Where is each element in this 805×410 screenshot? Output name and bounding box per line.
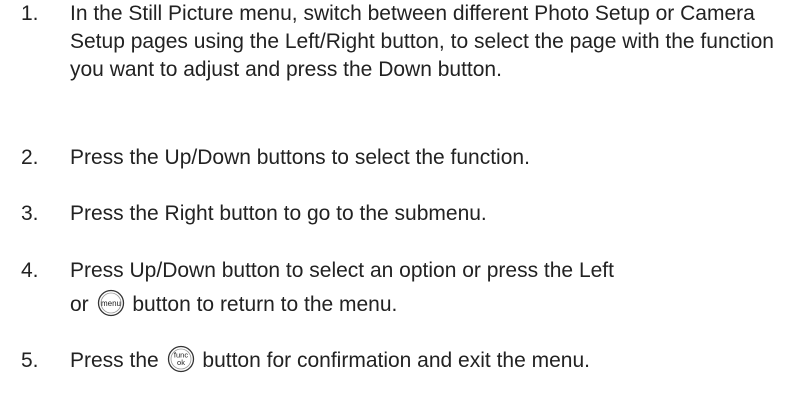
- step-text-fragment: or: [70, 293, 89, 316]
- step-number: 4.: [21, 259, 39, 282]
- step-text: Press the Right button to go to the subm…: [70, 202, 487, 225]
- step-text-fragment: button for confirmation and exit the men…: [202, 349, 590, 372]
- func-ok-button-icon: func ok: [167, 345, 195, 373]
- step-text: Press the func ok button for confirmatio…: [70, 345, 795, 375]
- step-text-line: or menu button to return to the menu.: [70, 289, 795, 319]
- step-text-fragment: button to return to the menu.: [132, 293, 398, 316]
- step-text-line: Press Up/Down button to select an option…: [70, 259, 614, 282]
- menu-icon-label: menu: [101, 299, 121, 308]
- step-number: 2.: [21, 146, 39, 169]
- ok-icon-label: ok: [177, 358, 185, 367]
- step-number: 5.: [21, 349, 39, 372]
- step-text: Press the Up/Down buttons to select the …: [70, 146, 530, 169]
- step-number: 1.: [21, 2, 39, 25]
- step-text: Press Up/Down button to select an option…: [70, 257, 795, 319]
- step-text: In the Still Picture menu, switch betwee…: [70, 2, 774, 81]
- step-number: 3.: [21, 202, 39, 225]
- step-text-fragment: Press the: [70, 349, 159, 372]
- menu-button-icon: menu: [97, 289, 125, 317]
